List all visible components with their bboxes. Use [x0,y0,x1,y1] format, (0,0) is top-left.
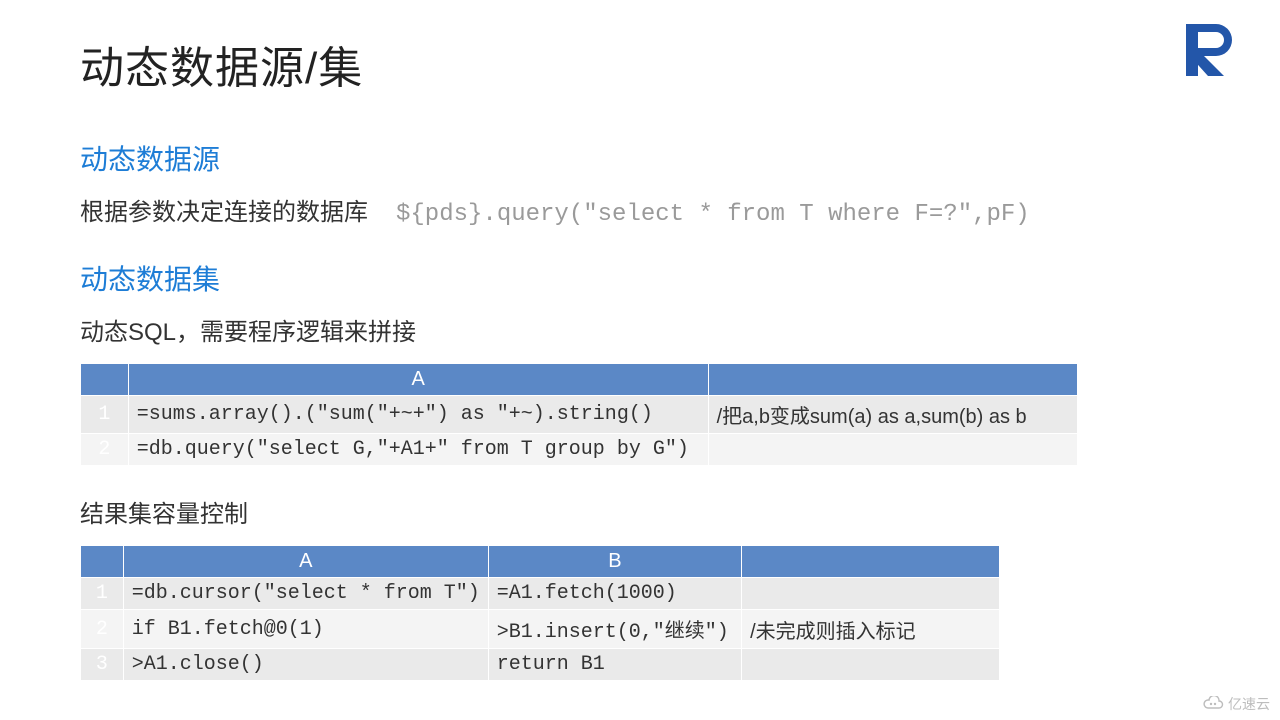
table-row: 1 =db.cursor("select * from T") =A1.fetc… [81,578,1000,610]
cell-c1 [742,578,1000,610]
cell-b3: return B1 [488,649,741,681]
table-col-a: A [128,364,708,396]
table-row: 2 if B1.fetch@0(1) >B1.insert(0,"继续") /未… [81,610,1000,649]
dataset-desc: 动态SQL，需要程序逻辑来拼接 [80,312,1200,347]
cell-a3: >A1.close() [123,649,488,681]
page-title: 动态数据源/集 [80,32,1200,96]
brand-logo [1180,20,1240,85]
cloud-icon [1202,696,1224,713]
cell-c2: /未完成则插入标记 [742,610,1000,649]
table-col-comment [708,364,1077,396]
table-row: 3 >A1.close() return B1 [81,649,1000,681]
table-capacity: A B 1 =db.cursor("select * from T") =A1.… [80,545,1000,681]
table-corner [81,546,124,578]
cell-a2: if B1.fetch@0(1) [123,610,488,649]
cell-comment-2 [708,434,1077,466]
datasource-desc: 根据参数决定连接的数据库 [80,192,368,227]
cell-b1: =A1.fetch(1000) [488,578,741,610]
cell-comment-1: /把a,b变成sum(a) as a,sum(b) as b [708,396,1077,434]
table-corner [81,364,129,396]
table-dynamic-sql: A 1 =sums.array().("sum("+~+") as "+~).s… [80,363,1078,466]
watermark: 亿速云 [1202,694,1270,714]
table-col-a: A [123,546,488,578]
section-heading-dataset: 动态数据集 [80,258,1200,298]
datasource-code: ${pds}.query("select * from T where F=?"… [396,201,1030,228]
cell-a2: =db.query("select G,"+A1+" from T group … [128,434,708,466]
table-col-b: B [488,546,741,578]
section-heading-capacity: 结果集容量控制 [80,494,1200,529]
cell-a1: =db.cursor("select * from T") [123,578,488,610]
cell-a1: =sums.array().("sum("+~+") as "+~).strin… [128,396,708,434]
table-row: 2 =db.query("select G,"+A1+" from T grou… [81,434,1078,466]
section-heading-datasource: 动态数据源 [80,138,1200,178]
cell-b2: >B1.insert(0,"继续") [488,610,741,649]
table-col-comment [742,546,1000,578]
cell-c3 [742,649,1000,681]
watermark-text: 亿速云 [1228,694,1270,714]
table-row: 1 =sums.array().("sum("+~+") as "+~).str… [81,396,1078,434]
